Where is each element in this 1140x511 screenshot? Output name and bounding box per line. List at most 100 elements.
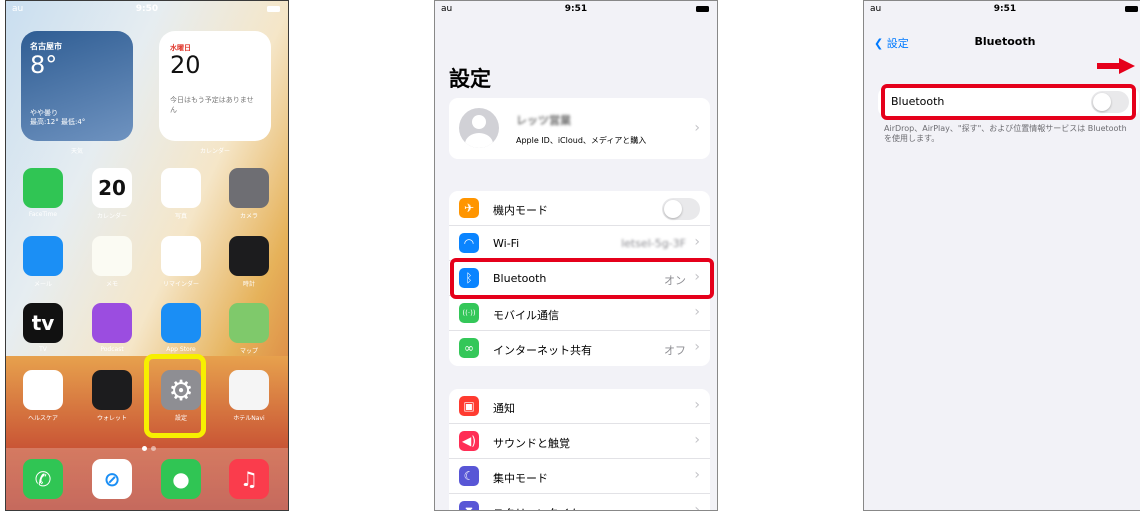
app-label: ウォレット xyxy=(96,415,127,422)
podcast-icon xyxy=(92,303,132,343)
dock-phone[interactable]: ✆ xyxy=(23,459,63,499)
chevron-right-icon: › xyxy=(694,432,700,448)
bluetooth-screen: au 9:51 ❮ 設定 Bluetooth Bluetooth AirDrop… xyxy=(863,0,1140,511)
row-value: オフ xyxy=(664,344,686,357)
dock-messages-bubble[interactable]: ● xyxy=(161,459,201,499)
app-podcast[interactable] xyxy=(92,303,132,343)
battery-icon xyxy=(696,6,709,12)
settings-row-airplane[interactable]: ✈ 機内モード xyxy=(449,191,710,226)
app-maps[interactable] xyxy=(229,303,269,343)
speaker-icon: ◀) xyxy=(459,431,479,451)
photos-flower-icon xyxy=(161,168,201,208)
weather-temp: 8° xyxy=(30,51,58,79)
row-label: モバイル通信 xyxy=(493,309,559,322)
cellular-antenna-icon: ((·)) xyxy=(459,303,479,323)
app-calendar[interactable]: 20 xyxy=(92,168,132,208)
wifi-icon: ◠ xyxy=(459,233,479,253)
settings-row-wifi[interactable]: ◠ Wi-Fi letsel-5g-3F › xyxy=(449,226,710,261)
weather-range: 最高:12° 最低:4° xyxy=(30,118,86,126)
row-label: スクリーンタイム xyxy=(493,505,580,510)
arrow-right-icon xyxy=(1097,58,1135,74)
app-label: メール xyxy=(33,281,52,288)
status-bar: au 9:51 xyxy=(435,1,717,17)
airplane-icon: ✈ xyxy=(459,198,479,218)
app-app-store[interactable] xyxy=(161,303,201,343)
battery-icon xyxy=(267,6,280,12)
calendar-note: 今日はもう予定はありません xyxy=(170,96,254,114)
dock-music-note[interactable]: ♫ xyxy=(229,459,269,499)
chevron-right-icon: › xyxy=(694,397,700,413)
weather-widget[interactable]: 名古屋市 8° やや曇り 最高:12° 最低:4° xyxy=(21,31,133,141)
app-label: FaceTime xyxy=(28,211,58,218)
notifications-group: ▣ 通知 › ◀) サウンドと触覚 › ☾ 集中モード › ⧗ スクリーンタイム › xyxy=(449,389,710,511)
chevron-right-icon: › xyxy=(694,339,700,355)
app-notes[interactable] xyxy=(92,236,132,276)
settings-screen: au 9:51 設定 レッツ営業 Apple ID、iCloud、メディアと購入… xyxy=(434,0,718,511)
app-hotel-app[interactable] xyxy=(229,370,269,410)
app-label: カメラ xyxy=(239,213,258,220)
app-video-camera[interactable] xyxy=(23,168,63,208)
status-bar: au 9:50 xyxy=(6,1,288,17)
video-camera-icon xyxy=(23,168,63,208)
calendar-widget[interactable]: 水曜日 20 今日はもう予定はありません xyxy=(159,31,271,141)
navigation-bar: ❮ 設定 Bluetooth xyxy=(864,33,1140,53)
app-store-icon xyxy=(161,303,201,343)
settings-highlight-box xyxy=(144,354,206,438)
mail-envelope-icon xyxy=(23,236,63,276)
chevron-right-icon: › xyxy=(694,234,700,250)
bluetooth-toggle-highlight-box xyxy=(881,84,1136,120)
app-label: 写真 xyxy=(174,213,187,220)
weather-condition: やや曇り 最高:12° 最低:4° xyxy=(30,109,85,127)
avatar xyxy=(459,108,499,148)
camera-icon xyxy=(229,168,269,208)
app-health-heart[interactable] xyxy=(23,370,63,410)
app-label: ヘルスケア xyxy=(27,415,58,422)
notification-bell-icon: ▣ xyxy=(459,396,479,416)
app-label: ホテルNavi xyxy=(233,415,265,422)
settings-row-cellular-antenna[interactable]: ((·)) モバイル通信 › xyxy=(449,296,710,331)
settings-row-hotspot-link[interactable]: ∞ インターネット共有 オフ › xyxy=(449,331,710,366)
calendar-widget-label: カレンダー xyxy=(199,148,230,155)
app-label: App Store xyxy=(166,346,196,353)
settings-row-moon[interactable]: ☾ 集中モード › xyxy=(449,459,710,494)
page-title: 設定 xyxy=(449,67,491,91)
app-label: カレンダー xyxy=(96,213,127,220)
weather-widget-label: 天気 xyxy=(70,148,83,155)
row-label: 機内モード xyxy=(493,204,548,217)
app-label: 時計 xyxy=(242,281,255,288)
app-reminders-list[interactable] xyxy=(161,236,201,276)
app-photos-flower[interactable] xyxy=(161,168,201,208)
notes-icon xyxy=(92,236,132,276)
row-label: インターネット共有 xyxy=(493,344,592,357)
settings-row-notification-bell[interactable]: ▣ 通知 › xyxy=(449,389,710,424)
airplane-mode-toggle[interactable] xyxy=(662,198,700,220)
music-note-icon: ♫ xyxy=(240,467,258,491)
app-label: マップ xyxy=(239,348,258,355)
battery-icon xyxy=(1125,6,1138,12)
clock-time: 9:50 xyxy=(135,4,159,14)
row-label: 通知 xyxy=(493,402,515,415)
app-wallet[interactable] xyxy=(92,370,132,410)
apple-id-row[interactable]: レッツ営業 Apple ID、iCloud、メディアと購入 › xyxy=(449,98,710,159)
settings-row-speaker[interactable]: ◀) サウンドと触覚 › xyxy=(449,424,710,459)
app-apple-tv[interactable]: tv xyxy=(23,303,63,343)
app-camera[interactable] xyxy=(229,168,269,208)
health-heart-icon xyxy=(23,370,63,410)
wallet-icon xyxy=(92,370,132,410)
app-mail-envelope[interactable] xyxy=(23,236,63,276)
dock-safari-compass[interactable]: ⊘ xyxy=(92,459,132,499)
app-clock[interactable] xyxy=(229,236,269,276)
settings-row-hourglass[interactable]: ⧗ スクリーンタイム › xyxy=(449,494,710,511)
moon-icon: ☾ xyxy=(459,466,479,486)
calendar-icon: 20 xyxy=(98,176,126,200)
row-value: letsel-5g-3F xyxy=(621,237,686,250)
bluetooth-highlight-box xyxy=(450,258,714,299)
apple-tv-icon: tv xyxy=(31,311,55,335)
chevron-right-icon: › xyxy=(694,502,700,511)
status-bar: au 9:51 xyxy=(864,1,1140,17)
page-title: Bluetooth xyxy=(974,35,1036,48)
phone-icon: ✆ xyxy=(34,467,52,491)
profile-subtitle: Apple ID、iCloud、メディアと購入 xyxy=(516,136,647,145)
row-label: Wi-Fi xyxy=(493,237,520,250)
hourglass-icon: ⧗ xyxy=(459,501,479,510)
